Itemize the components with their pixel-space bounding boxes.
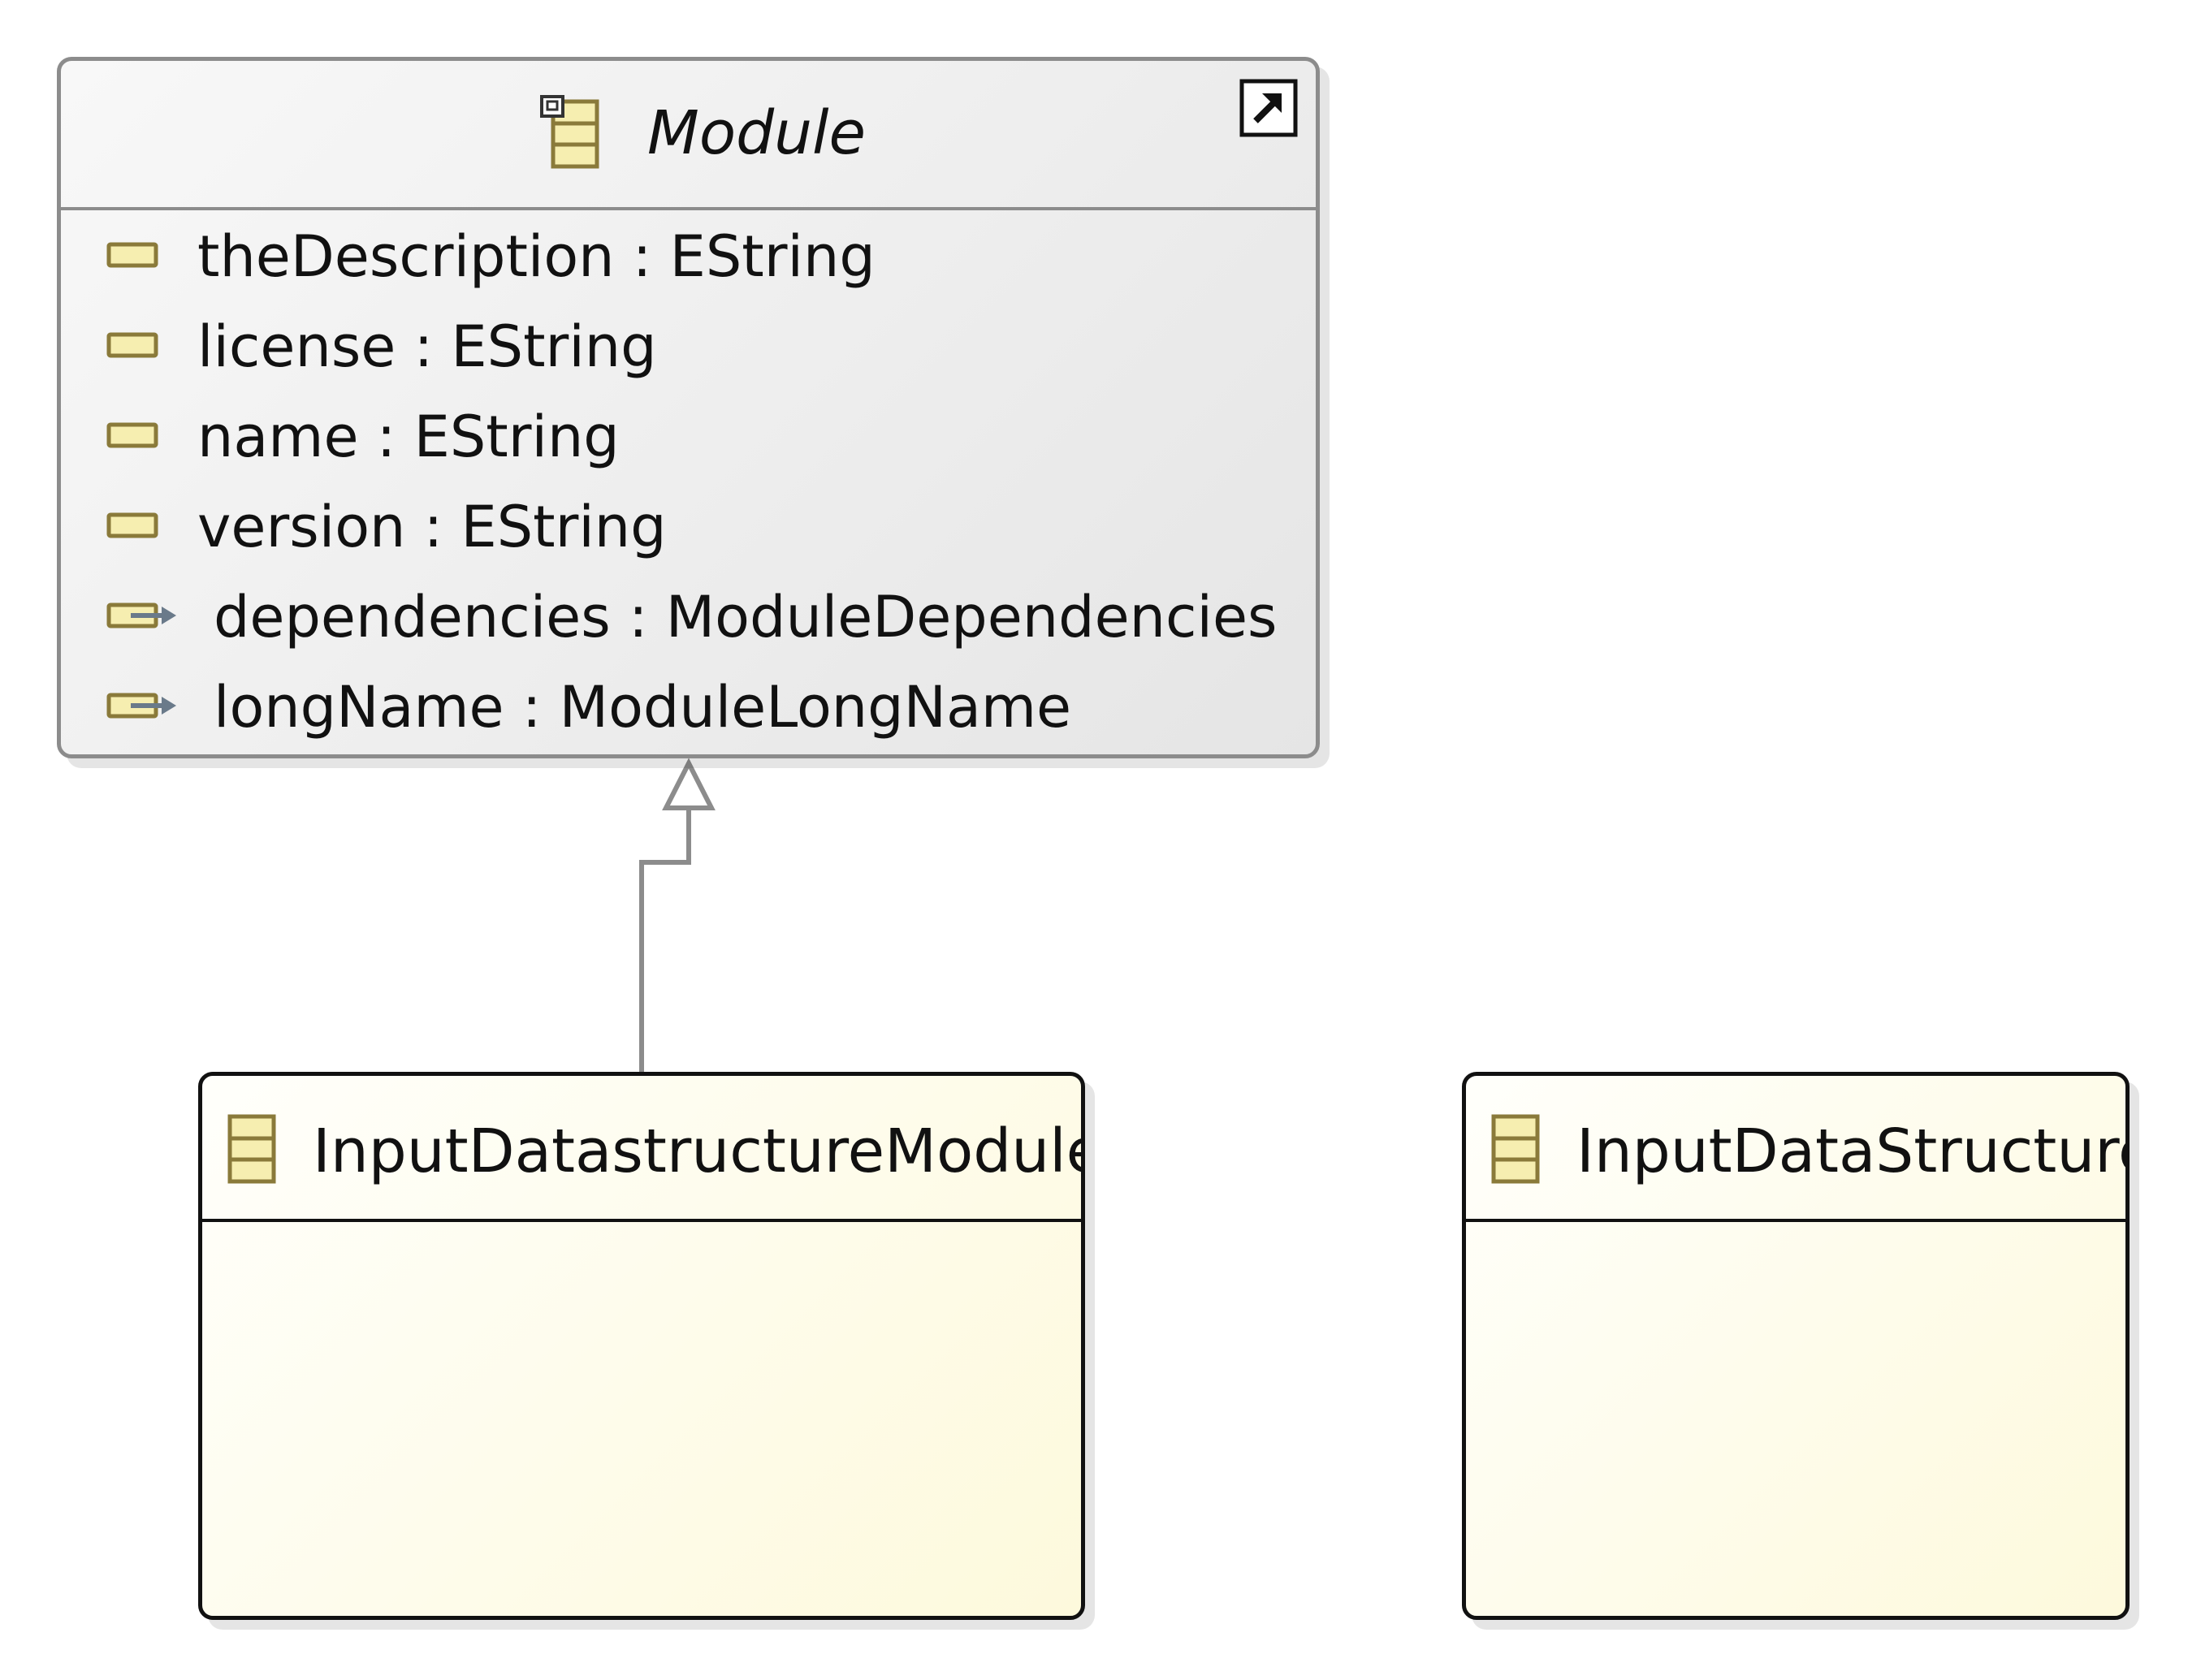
reference-label: dependencies : ModuleDependencies bbox=[214, 584, 1278, 650]
attribute-icon bbox=[106, 332, 158, 358]
generalization-arrowhead bbox=[662, 758, 716, 810]
class-module-name: Module bbox=[647, 98, 867, 168]
class-icon bbox=[1491, 1114, 1540, 1184]
class-input-datastructure-module-name: InputDatastructureModule bbox=[313, 1116, 1085, 1186]
attribute-icon bbox=[106, 512, 158, 538]
attribute-icon bbox=[106, 422, 158, 448]
class-icon bbox=[227, 1114, 276, 1184]
class-module[interactable]: Module theDescription : EString license … bbox=[57, 57, 1320, 758]
class-input-data-structure-header: InputDataStructure bbox=[1466, 1076, 2125, 1222]
reference-icon bbox=[106, 693, 176, 719]
class-input-data-structure-name: InputDataStructure bbox=[1576, 1116, 2130, 1186]
abstract-class-icon bbox=[540, 95, 599, 169]
class-input-datastructure-module-header: InputDatastructureModule bbox=[202, 1076, 1081, 1222]
attribute-label: license : EString bbox=[197, 313, 657, 380]
attribute-label: version : EString bbox=[197, 494, 667, 560]
attribute-label: name : EString bbox=[197, 404, 620, 470]
shortcut-arrow-icon[interactable] bbox=[1239, 79, 1298, 137]
reference-icon bbox=[106, 602, 176, 628]
class-input-datastructure-module[interactable]: InputDatastructureModule bbox=[198, 1072, 1085, 1620]
generalization-line bbox=[639, 808, 691, 1072]
class-input-data-structure[interactable]: InputDataStructure bbox=[1462, 1072, 2130, 1620]
attribute-label: theDescription : EString bbox=[197, 223, 876, 290]
class-module-header: Module bbox=[61, 61, 1316, 210]
reference-label: longName : ModuleLongName bbox=[214, 674, 1072, 741]
attribute-icon bbox=[106, 242, 158, 268]
